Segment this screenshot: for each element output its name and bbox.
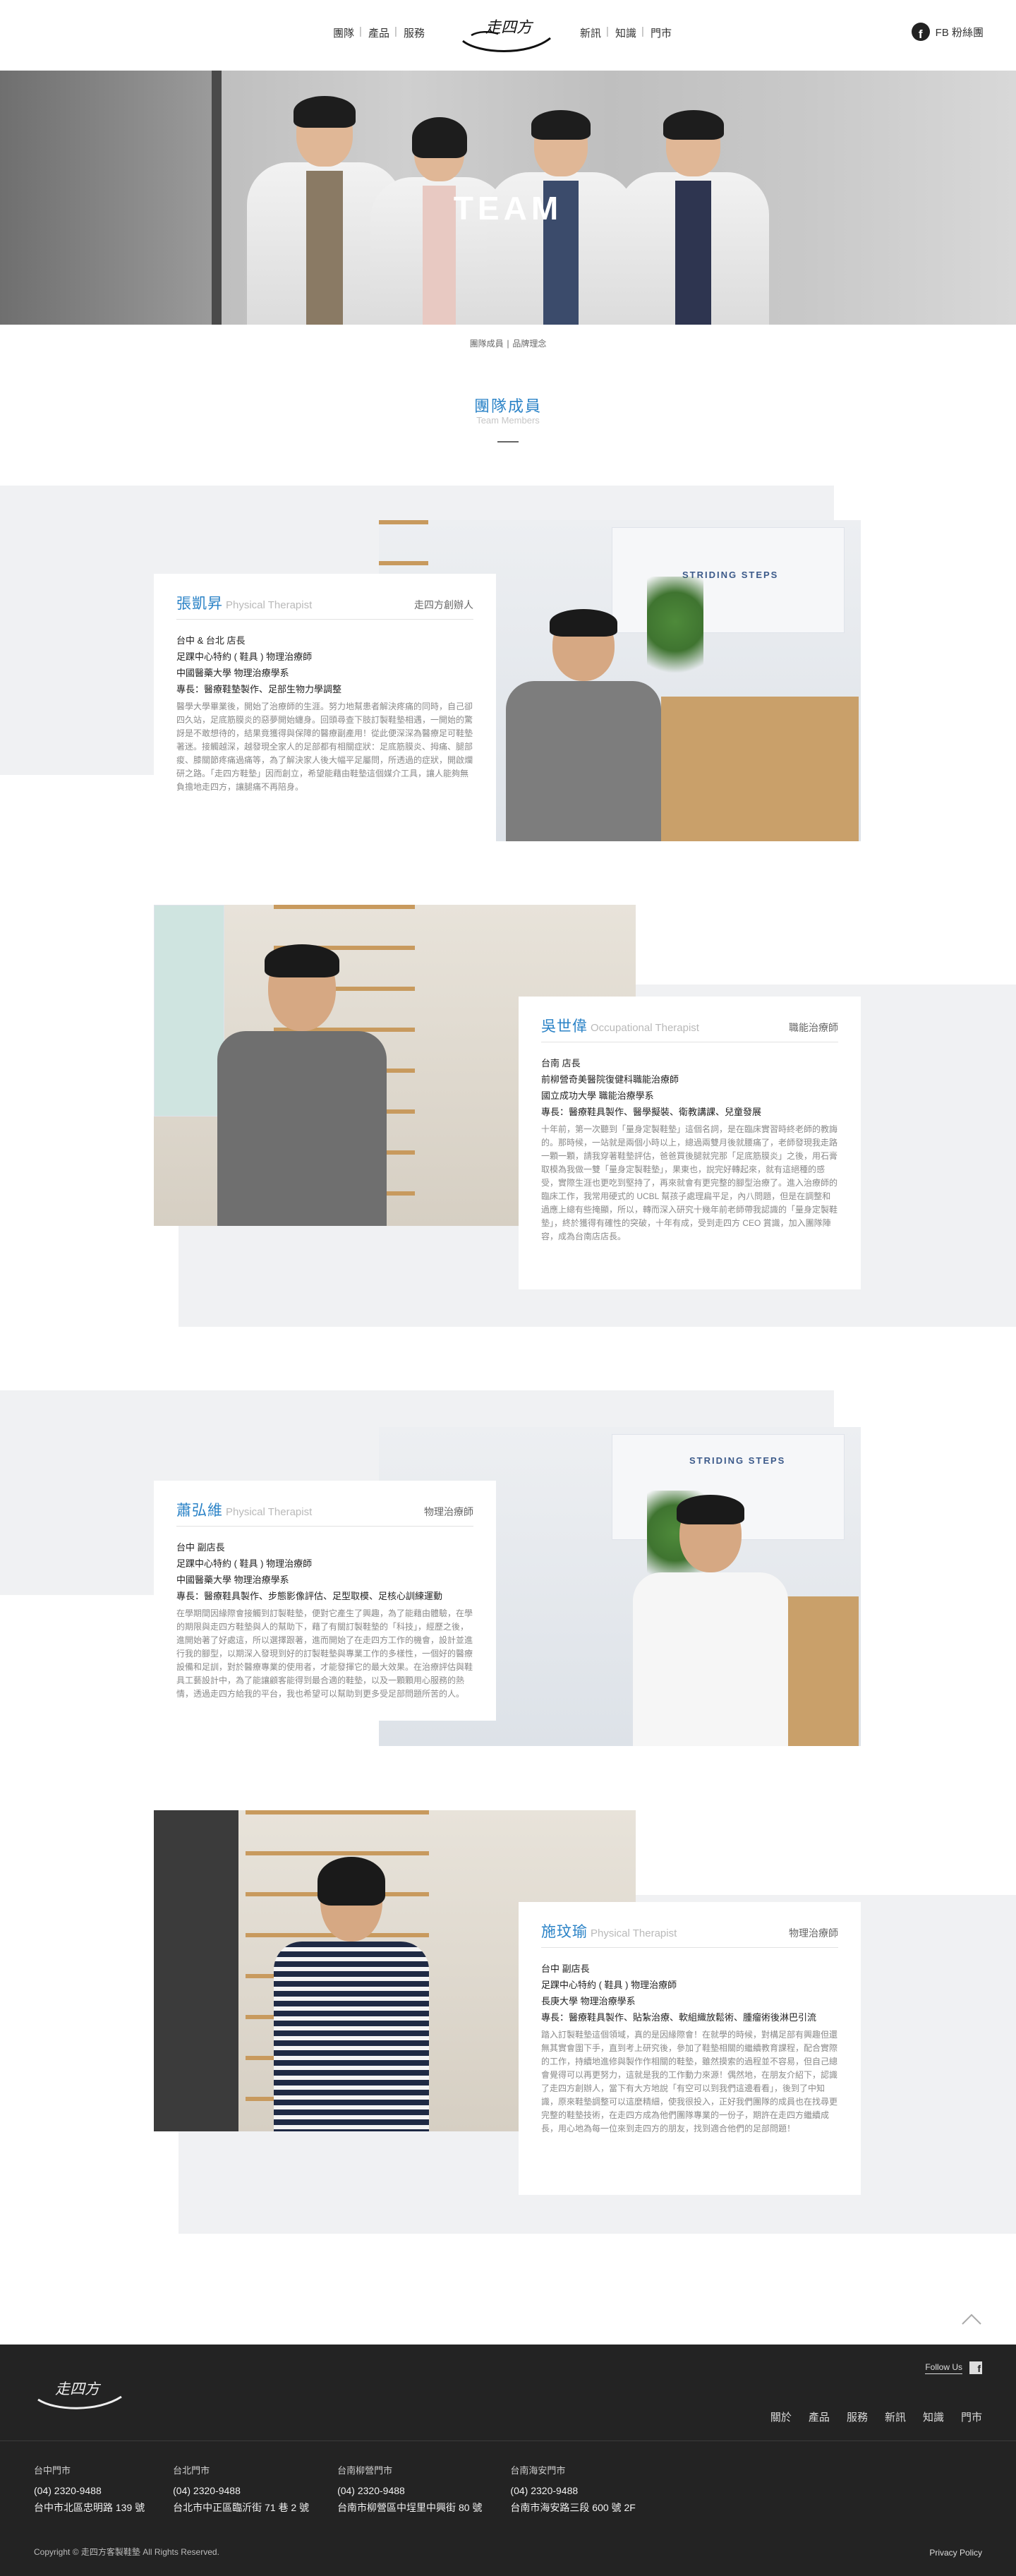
nav-link-team[interactable]: 團隊 — [326, 25, 361, 40]
member-title-en: Occupational Therapist — [591, 1022, 699, 1034]
nav-link-news[interactable]: 新訊 — [573, 25, 608, 40]
footer-logo-text: 走四方 — [55, 2381, 102, 2397]
nav-link-services[interactable]: 服務 — [394, 25, 432, 40]
store-item: 台北門市 (04) 2320-9488 台北市中正區臨沂街 71 巷 2 號 — [173, 2465, 310, 2513]
scroll-top-icon[interactable] — [961, 2312, 982, 2326]
copyright: Copyright © 走四方客製鞋墊 All Rights Reserved. — [34, 2547, 219, 2557]
site-header: 團隊 產品 服務 走四方 新訊 知識 門市 f FB 粉絲團 — [0, 0, 1016, 71]
member-info: 台中 副店長 足踝中心特約 ( 鞋具 ) 物理治療師 長庚大學 物理治療學系 專… — [541, 1963, 817, 2023]
member-card-4: 施玟瑜 Physical Therapist 物理治療師 台中 副店長 足踝中心… — [519, 1902, 861, 2195]
brand-logo[interactable]: 走四方 — [457, 10, 556, 59]
privacy-policy-link[interactable]: Privacy Policy — [929, 2548, 982, 2558]
member-info: 台中 & 台北 店長 足踝中心特約 ( 鞋具 ) 物理治療師 中國醫藥大學 物理… — [176, 635, 342, 694]
member-title-en: Physical Therapist — [591, 1927, 677, 1939]
footer-link-knowledge[interactable]: 知識 — [923, 2409, 944, 2424]
fb-fanpage-link[interactable]: f FB 粉絲團 — [911, 23, 984, 41]
section-title: 團隊成員 — [473, 397, 542, 415]
nav-link-stores[interactable]: 門市 — [641, 25, 679, 40]
therapist-figure — [506, 609, 661, 841]
logo-text: 走四方 — [485, 19, 534, 37]
member-description: 十年前，第一次聽到「量身定製鞋墊」這個名詞，是在臨床實習時終老師的教誨的。那時候… — [541, 1124, 838, 1241]
facebook-icon[interactable]: f — [969, 2361, 982, 2374]
member-description: 踏入訂製鞋墊這個領域，真的是因緣際會！在就學的時候，對構足部有興趣但還無其實會圍… — [541, 2030, 838, 2133]
therapist-figure — [274, 1857, 429, 2131]
member-description: 醫學大學畢業後，開始了治療師的生涯。努力地幫患者解決疼痛的同時，自己卻四久站，足… — [176, 702, 473, 792]
main-nav-right: 新訊 知識 門市 — [573, 25, 679, 40]
member-description: 在學期間因緣際會接觸到訂製鞋墊，便對它產生了興趣，為了能藉由體驗，在學的期限與走… — [176, 1608, 473, 1699]
site-footer: 走四方 Follow Us f 關於 產品 服務 新訊 知識 門市 台中門市 (… — [0, 2345, 1016, 2576]
member-name: 施玟瑜 — [541, 1924, 588, 1940]
footer-nav: 關於 產品 服務 新訊 知識 門市 — [770, 2409, 982, 2424]
footer-link-products[interactable]: 產品 — [809, 2409, 830, 2424]
footer-link-stores[interactable]: 門市 — [961, 2409, 982, 2424]
member-info: 台中 副店長 足踝中心特約 ( 鞋具 ) 物理治療師 中國醫藥大學 物理治療學系… — [176, 1542, 443, 1601]
follow-us[interactable]: Follow Us f — [925, 2361, 982, 2374]
therapist-figure — [633, 1495, 788, 1746]
footer-link-news[interactable]: 新訊 — [885, 2409, 906, 2424]
nav-link-products[interactable]: 產品 — [359, 25, 397, 40]
section-subtitle: Team Members — [476, 415, 540, 426]
member-name: 蕭弘維 — [176, 1503, 223, 1519]
store-list: 台中門市 (04) 2320-9488 台中市北區忠明路 139 號 台北門市 … — [34, 2463, 664, 2516]
hero-banner: TEAM — [0, 71, 1016, 325]
member-card-2: 吳世偉 Occupational Therapist 職能治療師 台南 店長 前… — [519, 997, 861, 1289]
facebook-icon: f — [911, 23, 930, 41]
store-item: 台中門市 (04) 2320-9488 台中市北區忠明路 139 號 — [34, 2465, 145, 2513]
footer-logo[interactable]: 走四方 — [34, 2373, 126, 2415]
member-card-3: 蕭弘維 Physical Therapist 物理治療師 台中 副店長 足踝中心… — [154, 1481, 496, 1721]
store-item: 台南柳營門市 (04) 2320-9488 台南市柳營區中埕里中興街 80 號 — [337, 2465, 483, 2513]
member-role: 物理治療師 — [424, 1506, 473, 1517]
member-info: 台南 店長 前柳營奇美醫院復健科職能治療師 國立成功大學 職能治療學系 專長：醫… — [541, 1058, 762, 1117]
fb-label: FB 粉絲團 — [935, 26, 984, 39]
hero-title: TEAM — [453, 190, 563, 227]
member-role: 走四方創辦人 — [414, 599, 473, 610]
sub-nav[interactable]: 團隊成員 ∣ 品牌理念 — [0, 337, 1016, 349]
member-role: 職能治療師 — [789, 1022, 838, 1033]
section-divider — [497, 441, 519, 443]
member-name: 張凱昇 — [176, 596, 223, 612]
therapist-figure — [217, 944, 387, 1226]
nav-link-knowledge[interactable]: 知識 — [606, 25, 643, 40]
member-card-1: 張凱昇 Physical Therapist 走四方創辦人 台中 & 台北 店長… — [154, 574, 496, 842]
member-title-en: Physical Therapist — [226, 1506, 313, 1518]
footer-link-services[interactable]: 服務 — [847, 2409, 868, 2424]
store-item: 台南海安門市 (04) 2320-9488 台南市海安路三段 600 號 2F — [510, 2465, 636, 2513]
member-name: 吳世偉 — [541, 1018, 588, 1035]
main-nav-left: 團隊 產品 服務 — [326, 25, 432, 40]
follow-label: Follow Us — [925, 2362, 962, 2374]
member-role: 物理治療師 — [789, 1927, 838, 1939]
footer-link-about[interactable]: 關於 — [770, 2409, 792, 2424]
member-title-en: Physical Therapist — [226, 599, 313, 611]
